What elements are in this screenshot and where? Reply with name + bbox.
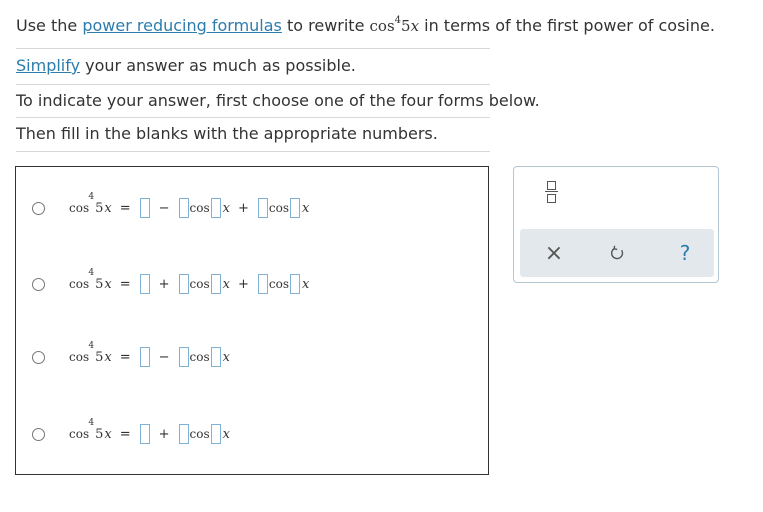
instruction-text: Use the (16, 16, 83, 35)
help-icon[interactable]: ? (665, 229, 705, 277)
answer-option-2[interactable]: cos 4 5x = + cos x + cos x (32, 268, 309, 299)
instruction-line-3: To indicate your answer, first choose on… (16, 91, 540, 110)
answer-option-4[interactable]: cos 4 5x = + cos x (32, 418, 230, 449)
expression-option-1: cos 4 5x = − cos x + cos x (69, 192, 309, 218)
blank-input[interactable] (210, 198, 221, 218)
expression-option-4: cos 4 5x = + cos x (69, 418, 230, 444)
tools-action-bar: × ? (520, 229, 714, 277)
power-reducing-formulas-link[interactable]: power reducing formulas (82, 16, 282, 35)
blank-input[interactable] (290, 198, 301, 218)
divider (16, 117, 490, 118)
expression-option-3: cos 4 5x = − cos x (69, 341, 230, 367)
radio-option-4[interactable] (32, 427, 45, 441)
answer-option-1[interactable]: cos 4 5x = − cos x + cos x (32, 192, 309, 223)
blank-input[interactable] (178, 274, 189, 294)
blank-input[interactable] (139, 347, 150, 367)
blank-input[interactable] (178, 347, 189, 367)
instruction-line-2: Simplify your answer as much as possible… (16, 56, 356, 76)
blank-input[interactable] (139, 274, 150, 294)
instruction-text: in terms of the first power of cosine. (419, 16, 715, 35)
expression-option-2: cos 4 5x = + cos x + cos x (69, 268, 309, 294)
radio-option-2[interactable] (32, 277, 45, 291)
instruction-text: your answer as much as possible. (80, 56, 356, 75)
close-icon[interactable]: × (534, 229, 574, 277)
blank-input[interactable] (178, 424, 189, 444)
math-tools-palette: × ? (513, 166, 719, 283)
simplify-link[interactable]: Simplify (16, 56, 80, 75)
answer-options-box: cos 4 5x = − cos x + cos x cos 4 5x = + co… (15, 166, 489, 475)
instruction-line-1: Use the power reducing formulas to rewri… (16, 15, 715, 39)
blank-input[interactable] (210, 424, 221, 444)
answer-option-3[interactable]: cos 4 5x = − cos x (32, 341, 230, 372)
blank-input[interactable] (257, 274, 268, 294)
cos-expression: cos45x (369, 15, 420, 35)
divider (16, 84, 490, 85)
blank-input[interactable] (210, 274, 221, 294)
instruction-text: to rewrite (281, 16, 370, 35)
fraction-icon[interactable] (543, 179, 561, 205)
blank-input[interactable] (139, 424, 150, 444)
blank-input[interactable] (139, 198, 150, 218)
undo-icon[interactable] (597, 229, 637, 277)
blank-input[interactable] (178, 198, 189, 218)
blank-input[interactable] (257, 198, 268, 218)
blank-input[interactable] (290, 274, 301, 294)
radio-option-3[interactable] (32, 350, 45, 364)
divider (16, 48, 490, 49)
radio-option-1[interactable] (32, 201, 45, 215)
blank-input[interactable] (210, 347, 221, 367)
divider (16, 151, 490, 152)
instruction-line-4: Then fill in the blanks with the appropr… (16, 124, 438, 143)
